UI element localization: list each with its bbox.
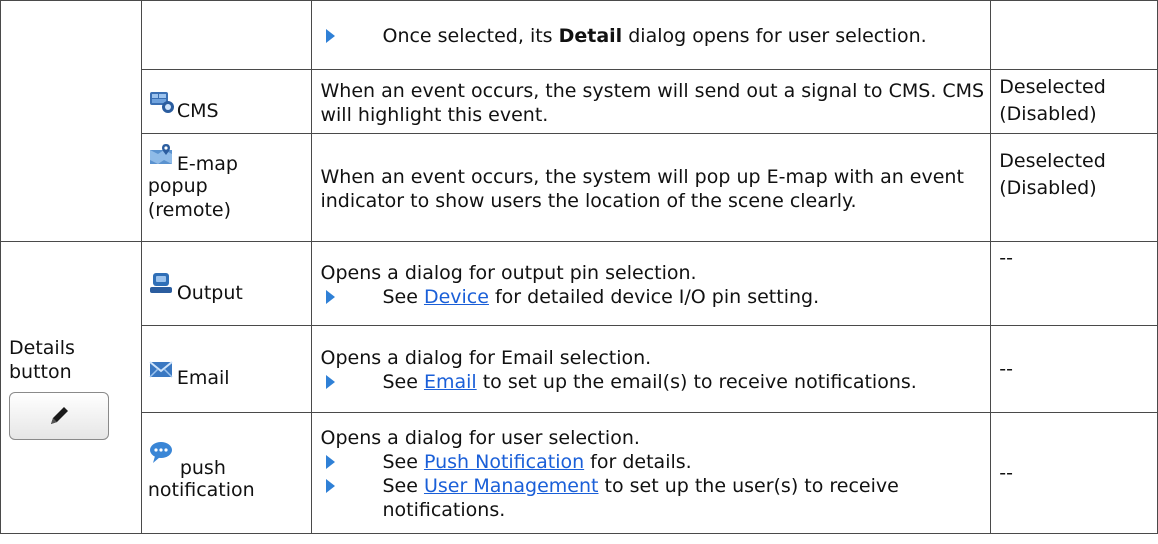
bullet-arrow-icon [326,289,336,304]
function-cell-push[interactable]: push notification [140,412,313,534]
table-row: Email Opens a dialog for Email selection… [1,325,1158,413]
output-icon [149,272,172,293]
push-notification-link[interactable]: Push Notification [424,451,584,473]
description-cell: Opens a dialog for output pin selection.… [311,241,992,326]
bullet-item: See User Management to set up the user(s… [320,474,984,522]
function-label: Output [176,281,243,304]
function-label: push [179,457,226,479]
empty-cell [0,0,142,242]
table-row: push notification Opens a dialog for use… [1,412,1158,534]
function-label: Email [176,367,230,389]
detail-bold: Detail [558,25,623,47]
device-link[interactable]: Device [424,286,489,308]
description-cell: Once selected, its Detail dialog opens f… [311,0,992,70]
user-management-link[interactable]: User Management [424,475,599,497]
default-cell: -- [990,412,1158,534]
description-cell: When an event occurs, the system will po… [311,133,992,242]
table-row: E-map popup (remote) When an event occur… [1,133,1158,242]
envelope-icon [149,361,173,378]
email-link[interactable]: Email [424,371,477,393]
emap-icon [149,144,172,164]
description-cell: Opens a dialog for user selection. See P… [311,412,992,534]
bullet-arrow-icon [326,29,336,43]
table-row: Once selected, its Detail dialog opens f… [0,0,1158,242]
settings-table: Once selected, its Detail dialog opens f… [0,0,1158,534]
pencil-icon [51,406,68,424]
bullet-item: See Push Notification for details. [320,450,984,474]
description-cell: When an event occurs, the system will se… [311,69,992,134]
cms-icon [149,91,174,113]
chat-bubble-icon [149,442,172,463]
table-row: Details button Output Opens a dialog for… [0,241,1158,534]
default-cell: -- [990,325,1158,413]
default-cell: Deselected (Disabled) [990,69,1158,134]
bullet-arrow-icon [326,375,336,389]
bullet-arrow-icon [326,455,336,469]
bullet-item: See Device for detailed device I/O pin s… [320,285,984,309]
bullet-item: Once selected, its Detail dialog opens f… [320,24,984,48]
function-cell-email[interactable]: Email [140,325,313,413]
details-button[interactable] [9,391,109,440]
bullet-arrow-icon [326,479,336,493]
function-cell-emap[interactable]: E-map popup (remote) [140,133,313,242]
bullet-item: See Email to set up the email(s) to rece… [320,370,984,394]
table-row: CMS When an event occurs, the system wil… [1,69,1158,134]
description-cell: Opens a dialog for Email selection. See … [311,325,992,413]
default-cell: -- [990,241,1158,326]
empty-cell [140,0,313,70]
details-button-label: Details button [9,336,75,383]
default-cell: Deselected (Disabled) [990,133,1158,242]
empty-cell [990,0,1158,70]
function-cell-output[interactable]: Output [140,241,313,326]
details-button-cell: Details button [0,241,142,534]
function-label: CMS [176,99,219,122]
function-cell-cms[interactable]: CMS [140,69,313,134]
function-label: E-map [176,153,238,175]
